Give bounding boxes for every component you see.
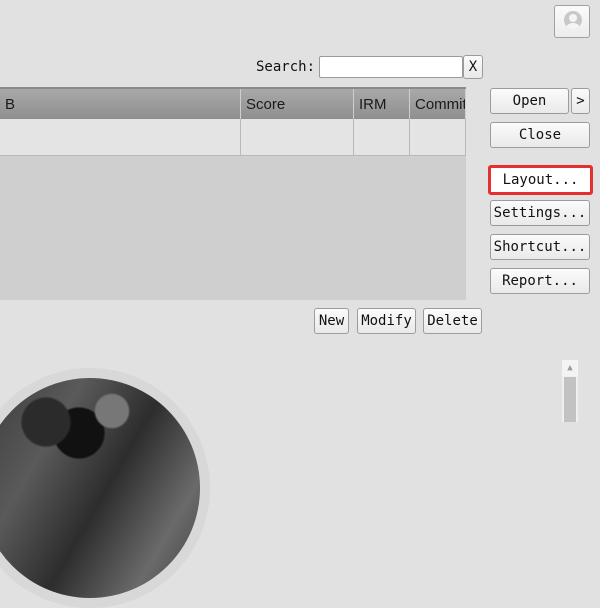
table-cell <box>410 119 466 155</box>
user-avatar-button[interactable] <box>554 5 590 38</box>
close-button[interactable]: Close <box>490 122 590 148</box>
layout-button[interactable]: Layout... <box>488 165 593 195</box>
open-more-button[interactable]: > <box>571 88 590 114</box>
new-button[interactable]: New <box>314 308 349 334</box>
scroll-thumb[interactable] <box>564 377 576 422</box>
table-cell <box>241 119 354 155</box>
search-input[interactable] <box>319 56 463 78</box>
column-header-irm[interactable]: IRM <box>354 89 410 119</box>
table-cell <box>354 119 410 155</box>
search-clear-button[interactable]: X <box>463 55 483 79</box>
column-header-b[interactable]: B <box>0 89 241 119</box>
column-header-commit[interactable]: Commit <box>410 89 466 119</box>
shortcut-button[interactable]: Shortcut... <box>490 234 590 260</box>
table-cell <box>0 119 241 155</box>
preview-photo <box>0 378 200 598</box>
preview-scrollbar[interactable]: ▲ <box>562 360 578 422</box>
settings-button[interactable]: Settings... <box>490 200 590 226</box>
delete-button[interactable]: Delete <box>423 308 482 334</box>
user-avatar-icon <box>564 11 582 29</box>
modify-button[interactable]: Modify <box>357 308 416 334</box>
table-row[interactable] <box>0 119 466 156</box>
search-label: Search: <box>256 59 316 75</box>
report-button[interactable]: Report... <box>490 268 590 294</box>
open-button[interactable]: Open <box>490 88 569 114</box>
results-table: B Score IRM Commit <box>0 87 466 300</box>
column-header-score[interactable]: Score <box>241 89 354 119</box>
scroll-up-icon[interactable]: ▲ <box>562 360 578 376</box>
table-header: B Score IRM Commit <box>0 89 466 119</box>
